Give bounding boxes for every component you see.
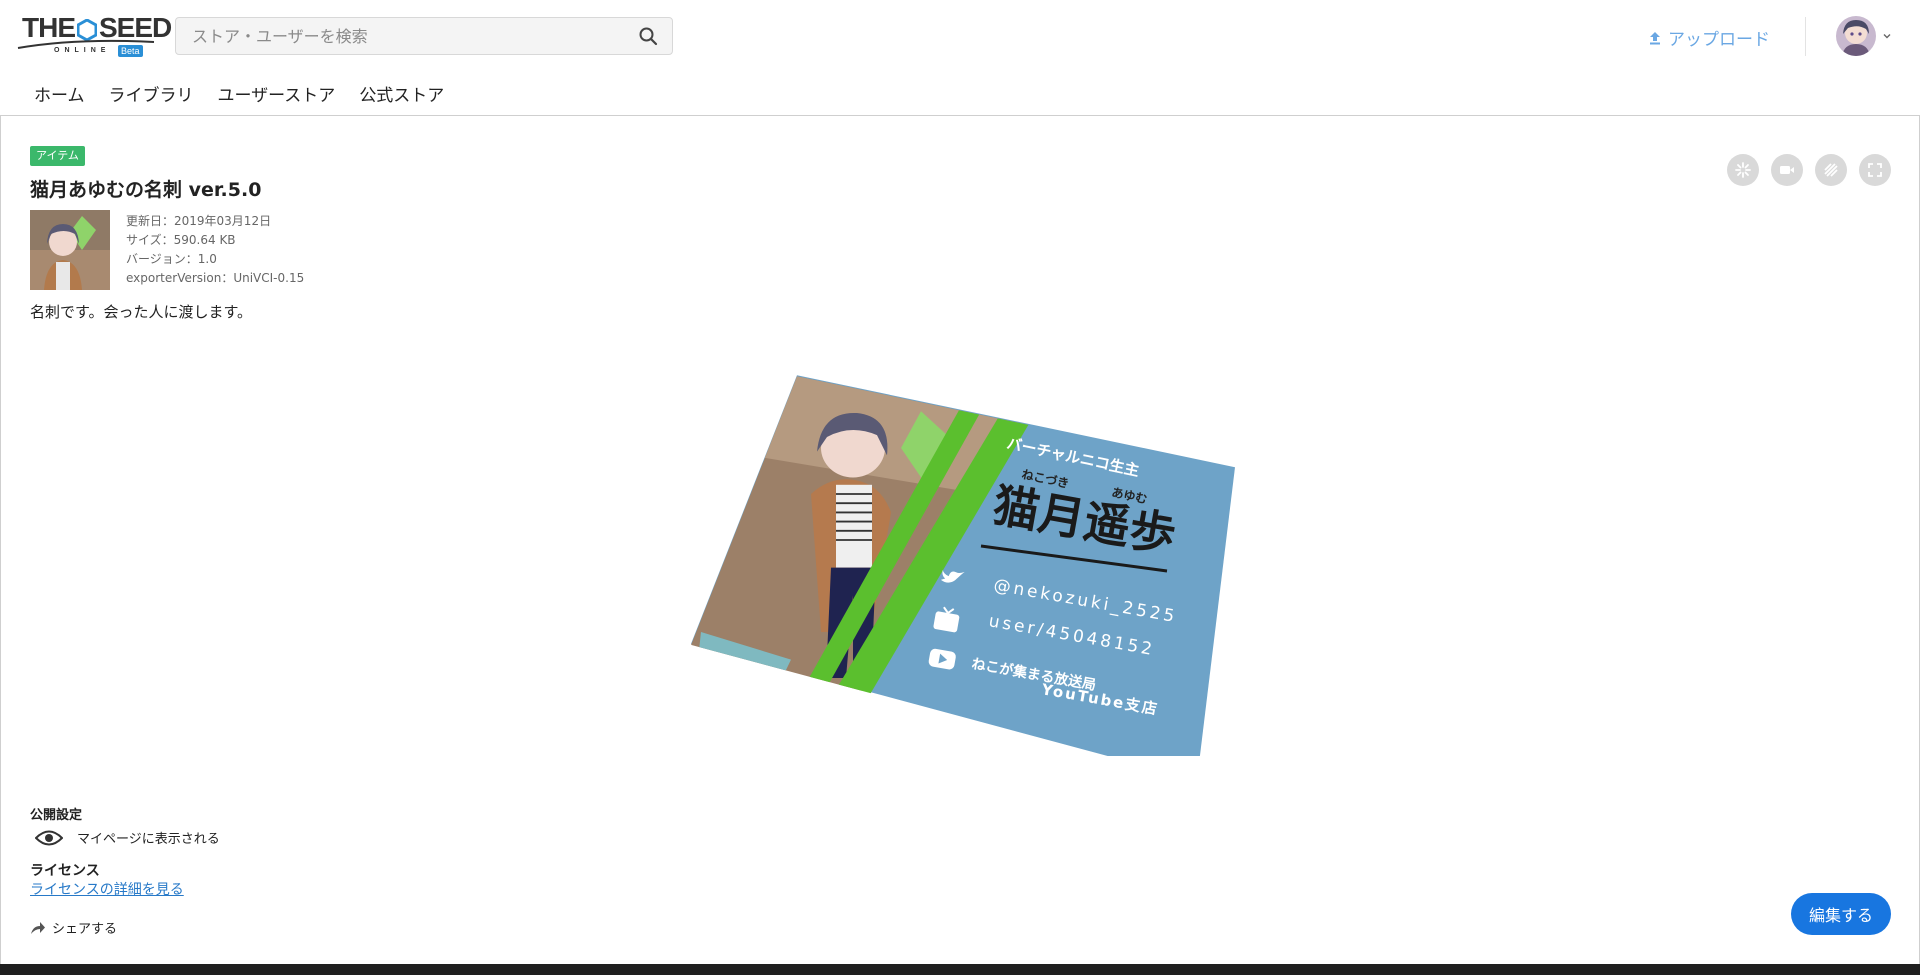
beta-badge: Beta <box>118 45 143 57</box>
visibility-label: マイページに表示される <box>77 832 220 847</box>
nav-item-home[interactable]: ホーム <box>22 76 97 116</box>
viewer-controls <box>1727 154 1891 186</box>
share-arrow-icon <box>31 921 45 934</box>
eye-icon <box>35 830 63 845</box>
visibility-setting: マイページに表示される <box>35 828 220 847</box>
item-detail-card: アイテム 猫月あゆむの名刺 ver.5.0 更新日：2019年03月12日 サイ… <box>0 115 1920 965</box>
header: THESEED ONLINE Beta アップロード <box>0 0 1920 76</box>
license-heading: ライセンス <box>30 863 100 879</box>
nav-item-official-store[interactable]: 公式ストア <box>347 76 456 116</box>
model-viewer-canvas[interactable]: バーチャルニコ生主 ねこづき あゆむ 猫月遥歩 @nekozuki_2525 u… <box>681 356 1241 756</box>
wireframe-button[interactable] <box>1815 154 1847 186</box>
fullscreen-icon <box>1868 163 1882 177</box>
upload-icon <box>1650 31 1660 44</box>
stripes-icon <box>1824 163 1838 177</box>
fullscreen-button[interactable] <box>1859 154 1891 186</box>
sparkle-icon <box>1735 162 1751 178</box>
account-menu[interactable] <box>1836 16 1892 56</box>
item-thumbnail <box>30 210 110 290</box>
visibility-heading: 公開設定 <box>30 808 83 823</box>
updated-date: 更新日：2019年03月12日 <box>126 214 272 228</box>
exporter-version: exporterVersion：UniVCI-0.15 <box>126 271 305 285</box>
item-title: 猫月あゆむの名刺 ver.5.0 <box>30 179 262 201</box>
avatar[interactable] <box>1836 16 1876 56</box>
item-type-badge: アイテム <box>30 146 85 166</box>
nav-item-library[interactable]: ライブラリ <box>97 76 206 116</box>
footer-bar <box>0 964 1920 975</box>
license-details-link[interactable]: ライセンスの詳細を見る <box>30 879 184 899</box>
share-button[interactable]: シェアする <box>30 918 117 937</box>
nav-item-user-store[interactable]: ユーザーストア <box>206 76 348 116</box>
share-label: シェアする <box>52 922 118 937</box>
upload-label: アップロード <box>1668 30 1770 50</box>
search-input[interactable] <box>176 18 616 54</box>
item-meta: 更新日：2019年03月12日 サイズ：590.64 KB バージョン：1.0 … <box>126 212 304 288</box>
edit-button[interactable]: 編集する <box>1791 893 1891 935</box>
effects-button[interactable] <box>1727 154 1759 186</box>
logo[interactable]: THE SEED ONLINE Beta <box>16 12 172 62</box>
logo-subtitle: ONLINE <box>54 47 111 54</box>
camera-button[interactable] <box>1771 154 1803 186</box>
chevron-down-icon[interactable] <box>1882 31 1892 41</box>
upload-button[interactable]: アップロード <box>1648 25 1770 50</box>
search-icon[interactable] <box>638 26 658 46</box>
item-description: 名刺です。会った人に渡します。 <box>30 303 253 321</box>
file-size: サイズ：590.64 KB <box>126 233 236 247</box>
video-camera-icon <box>1780 166 1794 174</box>
search-box <box>175 17 673 55</box>
version: バージョン：1.0 <box>126 252 217 266</box>
main-nav: ホーム ライブラリ ユーザーストア 公式ストア <box>0 76 1920 116</box>
header-divider <box>1805 17 1806 56</box>
